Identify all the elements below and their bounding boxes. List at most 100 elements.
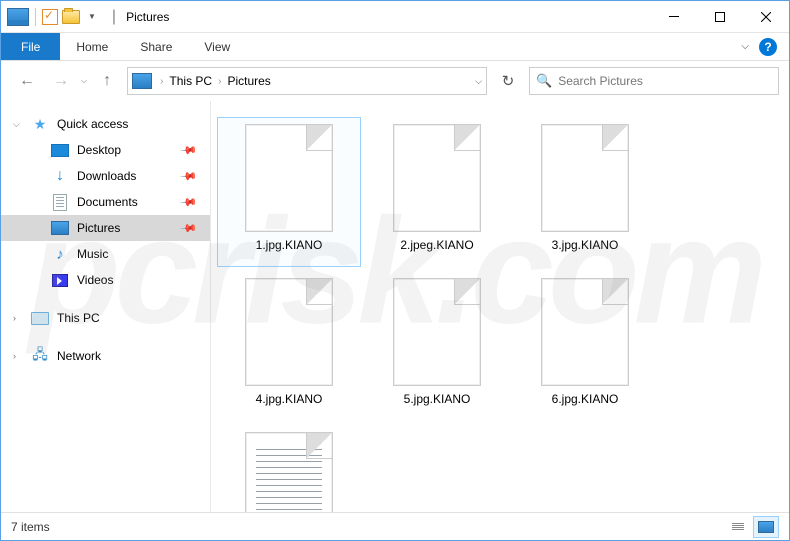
- view-details-button[interactable]: [725, 516, 751, 538]
- status-bar: 7 items: [1, 512, 789, 540]
- file-tab[interactable]: File: [1, 33, 60, 60]
- close-button[interactable]: [743, 1, 789, 32]
- caret-icon[interactable]: ⌵: [13, 119, 20, 130]
- caret-icon[interactable]: ›: [13, 351, 16, 361]
- file-name: 1.jpg.KIANO: [256, 238, 323, 252]
- maximize-button[interactable]: [697, 1, 743, 32]
- sidebar-item-documents[interactable]: Documents 📌: [1, 189, 210, 215]
- file-name: 5.jpg.KIANO: [404, 392, 471, 406]
- search-box[interactable]: 🔍: [529, 67, 779, 95]
- file-item[interactable]: KIANO-HELP.txt: [217, 425, 361, 512]
- view-switcher: [725, 516, 779, 538]
- file-item[interactable]: 2.jpeg.KIANO: [365, 117, 509, 267]
- file-item[interactable]: 1.jpg.KIANO: [217, 117, 361, 267]
- refresh-button[interactable]: ↻: [493, 67, 523, 95]
- body: ⌵ ★ Quick access Desktop 📌 ↓ Downloads 📌…: [1, 101, 789, 512]
- search-input[interactable]: [558, 74, 772, 88]
- file-list[interactable]: 1.jpg.KIANO 2.jpeg.KIANO 3.jpg.KIANO 4.jpg.…: [211, 101, 789, 512]
- sidebar-item-downloads[interactable]: ↓ Downloads 📌: [1, 163, 210, 189]
- file-item[interactable]: 6.jpg.KIANO: [513, 271, 657, 421]
- pin-icon: 📌: [180, 141, 199, 160]
- sidebar-item-label: Music: [77, 247, 108, 261]
- tab-home[interactable]: Home: [60, 33, 124, 60]
- sidebar-item-label: Downloads: [77, 169, 136, 183]
- page-fold-icon: [454, 125, 480, 151]
- address-dropdown-icon[interactable]: ⌵: [475, 76, 482, 87]
- address-location-icon: [132, 73, 152, 89]
- this-pc-icon: [31, 312, 49, 325]
- music-icon: ♪: [51, 246, 69, 262]
- navigation-pane: ⌵ ★ Quick access Desktop 📌 ↓ Downloads 📌…: [1, 101, 211, 512]
- help-icon[interactable]: ?: [759, 38, 777, 56]
- page-fold-icon: [454, 279, 480, 305]
- sidebar-network[interactable]: › 🖧 Network: [1, 343, 210, 369]
- blank-file-icon: [245, 124, 333, 232]
- sidebar-item-label: Videos: [77, 273, 113, 287]
- blank-file-icon: [393, 278, 481, 386]
- file-name: 3.jpg.KIANO: [552, 238, 619, 252]
- collapse-ribbon-icon[interactable]: ⌵: [741, 41, 749, 52]
- file-item[interactable]: 5.jpg.KIANO: [365, 271, 509, 421]
- caret-icon[interactable]: ›: [13, 313, 16, 323]
- forward-button[interactable]: →: [47, 67, 75, 95]
- star-icon: ★: [31, 116, 49, 132]
- file-name: 2.jpeg.KIANO: [400, 238, 473, 252]
- address-bar[interactable]: › This PC › Pictures ⌵: [127, 67, 487, 95]
- qat-new-folder-icon[interactable]: [62, 10, 80, 24]
- breadcrumb-pictures[interactable]: Pictures: [223, 74, 274, 88]
- qat: ▼ | Pictures: [1, 8, 169, 26]
- file-item[interactable]: 3.jpg.KIANO: [513, 117, 657, 267]
- blank-file-icon: [393, 124, 481, 232]
- sidebar-item-pictures[interactable]: Pictures 📌: [1, 215, 210, 241]
- sidebar-label: Quick access: [57, 117, 128, 131]
- downloads-icon: ↓: [51, 168, 69, 184]
- pin-icon: 📌: [180, 167, 199, 186]
- ribbon: File Home Share View ⌵ ?: [1, 33, 789, 61]
- sidebar-item-label: Pictures: [77, 221, 120, 235]
- sidebar-item-label: Documents: [77, 195, 138, 209]
- sidebar-item-music[interactable]: ♪ Music: [1, 241, 210, 267]
- qat-dropdown-icon[interactable]: ▼: [84, 12, 100, 21]
- network-icon: 🖧: [31, 348, 49, 364]
- breadcrumb-this-pc[interactable]: This PC: [165, 74, 216, 88]
- recent-locations-dropdown[interactable]: ⌵: [81, 76, 87, 86]
- blank-file-icon: [245, 278, 333, 386]
- documents-icon: [53, 194, 67, 211]
- sidebar-item-videos[interactable]: Videos: [1, 267, 210, 293]
- pin-icon: 📌: [180, 193, 199, 212]
- page-fold-icon: [602, 279, 628, 305]
- sidebar-item-desktop[interactable]: Desktop 📌: [1, 137, 210, 163]
- sidebar-item-label: Desktop: [77, 143, 121, 157]
- view-large-icons-button[interactable]: [753, 516, 779, 538]
- tab-view[interactable]: View: [188, 33, 246, 60]
- title-bar: ▼ | Pictures: [1, 1, 789, 33]
- large-icons-icon: [758, 521, 774, 533]
- title-separator: |: [112, 8, 116, 26]
- page-fold-icon: [306, 125, 332, 151]
- details-icon: [732, 523, 744, 530]
- nav-row: ← → ⌵ ↑ › This PC › Pictures ⌵ ↻ 🔍: [1, 61, 789, 101]
- qat-properties-icon[interactable]: [42, 9, 58, 25]
- page-fold-icon: [306, 279, 332, 305]
- blank-file-icon: [541, 278, 629, 386]
- window-controls: [651, 1, 789, 32]
- sidebar-this-pc[interactable]: › This PC: [1, 305, 210, 331]
- blank-file-icon: [541, 124, 629, 232]
- chevron-right-icon[interactable]: ›: [158, 76, 165, 87]
- window-title: Pictures: [126, 10, 169, 24]
- minimize-button[interactable]: [651, 1, 697, 32]
- sidebar-quick-access[interactable]: ⌵ ★ Quick access: [1, 111, 210, 137]
- file-item[interactable]: 4.jpg.KIANO: [217, 271, 361, 421]
- file-name: 4.jpg.KIANO: [256, 392, 323, 406]
- sidebar-label: Network: [57, 349, 101, 363]
- tab-share[interactable]: Share: [124, 33, 188, 60]
- sidebar-label: This PC: [57, 311, 100, 325]
- ribbon-right: ⌵ ?: [741, 33, 789, 60]
- chevron-right-icon[interactable]: ›: [216, 76, 223, 87]
- pin-icon: 📌: [180, 219, 199, 238]
- back-button[interactable]: ←: [13, 67, 41, 95]
- videos-icon: [52, 274, 68, 287]
- desktop-icon: [51, 144, 69, 157]
- app-folder-icon[interactable]: [7, 8, 29, 26]
- up-button[interactable]: ↑: [93, 67, 121, 95]
